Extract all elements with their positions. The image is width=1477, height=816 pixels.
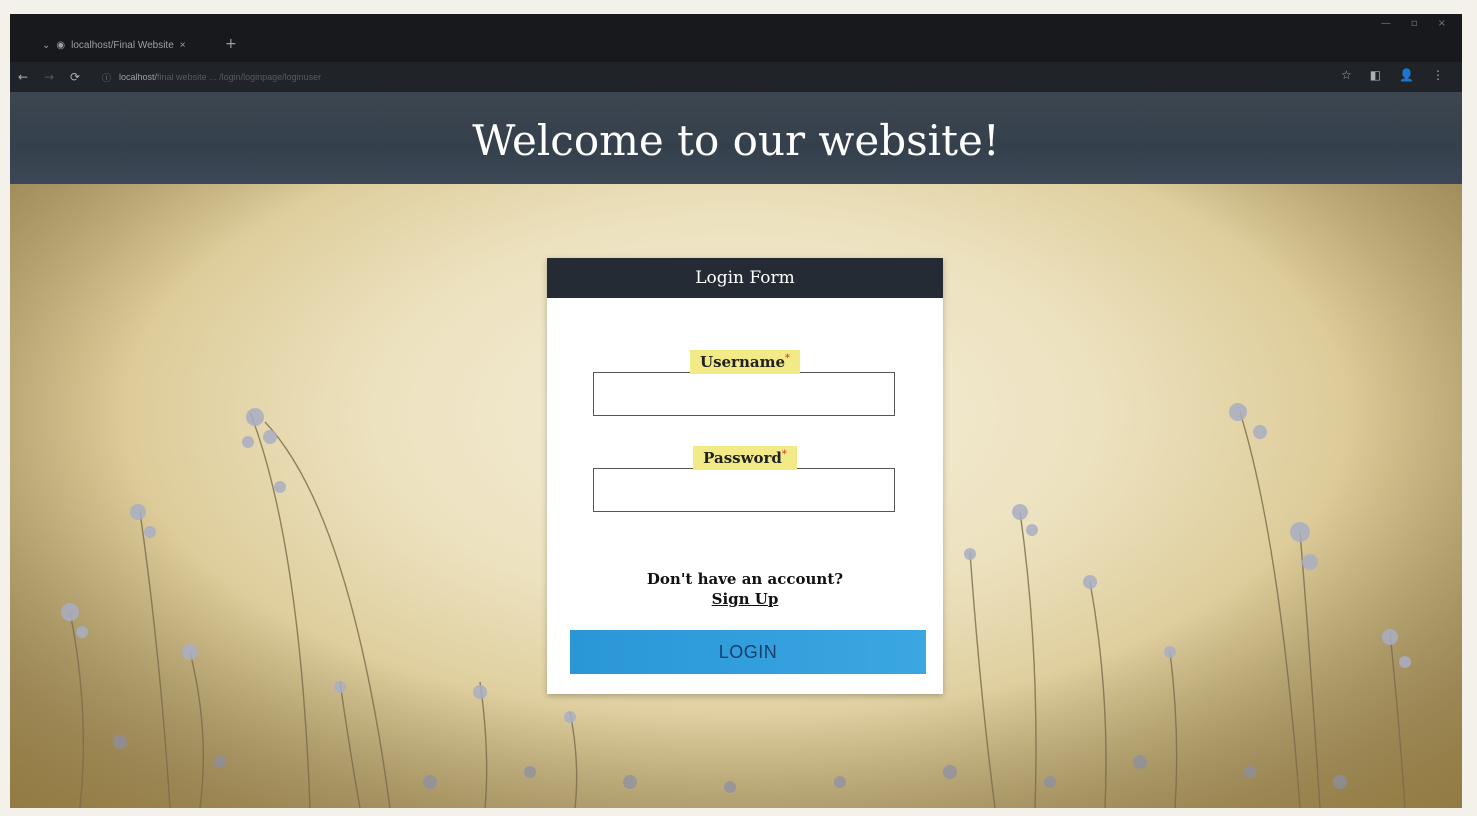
username-input[interactable]	[593, 372, 895, 416]
address-bar[interactable]: ⓘ localhost/final website ... /login/log…	[102, 66, 1202, 88]
chevron-down-icon[interactable]: ⌄	[42, 40, 50, 51]
globe-icon: ◉	[56, 39, 66, 51]
browser-tabstrip: ⌄ ◉ localhost/Final Website × + — ▫ ×	[10, 14, 1462, 62]
browser-tab[interactable]: ⌄ ◉ localhost/Final Website ×	[34, 32, 254, 58]
menu-kebab-icon[interactable]: ⋮	[1432, 68, 1444, 82]
url-path: final website ... /login/loginpage/login…	[157, 72, 322, 82]
signup-prompt: Don't have an account?	[646, 570, 844, 588]
signup-link[interactable]: Sign Up	[712, 590, 779, 608]
login-button[interactable]: LOGIN	[570, 630, 926, 674]
required-asterisk: *	[785, 353, 790, 364]
tab-title: localhost/Final Website	[71, 39, 174, 51]
username-label: Username*	[689, 350, 800, 374]
back-icon[interactable]: ←	[10, 70, 36, 84]
profile-icon[interactable]: 👤	[1399, 68, 1414, 82]
bookmark-star-icon[interactable]: ☆	[1341, 68, 1352, 82]
password-field-group: Password*	[593, 446, 897, 512]
info-icon[interactable]: ⓘ	[102, 71, 111, 84]
window-controls: — ▫ ×	[1381, 18, 1446, 29]
url-host: localhost/	[119, 72, 158, 82]
username-label-text: Username	[699, 353, 785, 371]
login-form-card: Login Form Username* Password* Don't hav…	[547, 258, 943, 694]
forward-icon[interactable]: →	[36, 70, 62, 84]
new-tab-button[interactable]: +	[225, 36, 237, 52]
username-field-group: Username*	[593, 350, 897, 416]
password-label-text: Password	[703, 449, 782, 467]
screen: ⌄ ◉ localhost/Final Website × + — ▫ × ← …	[10, 14, 1462, 808]
reload-icon[interactable]: ⟳	[62, 70, 88, 84]
close-window-button[interactable]: ×	[1438, 18, 1446, 29]
site-header: Welcome to our website!	[10, 92, 1462, 184]
password-label: Password*	[693, 446, 797, 470]
signup-prompt-block: Don't have an account? Sign Up	[547, 570, 943, 608]
sidebar-icon[interactable]: ◧	[1370, 68, 1381, 82]
login-form-title: Login Form	[695, 268, 795, 288]
toolbar-actions: ☆ ◧ 👤 ⋮	[1341, 68, 1444, 82]
maximize-button[interactable]: ▫	[1411, 18, 1418, 29]
page-title: Welcome to our website!	[472, 115, 1000, 165]
login-form-header: Login Form	[547, 258, 943, 298]
browser-toolbar: ← → ⟳ ⓘ localhost/final website ... /log…	[10, 62, 1462, 92]
password-input[interactable]	[593, 468, 895, 512]
required-asterisk: *	[781, 449, 787, 460]
close-icon[interactable]: ×	[180, 40, 186, 51]
web-page: Welcome to our website! Login Form Usern…	[10, 92, 1462, 808]
minimize-button[interactable]: —	[1381, 18, 1391, 29]
